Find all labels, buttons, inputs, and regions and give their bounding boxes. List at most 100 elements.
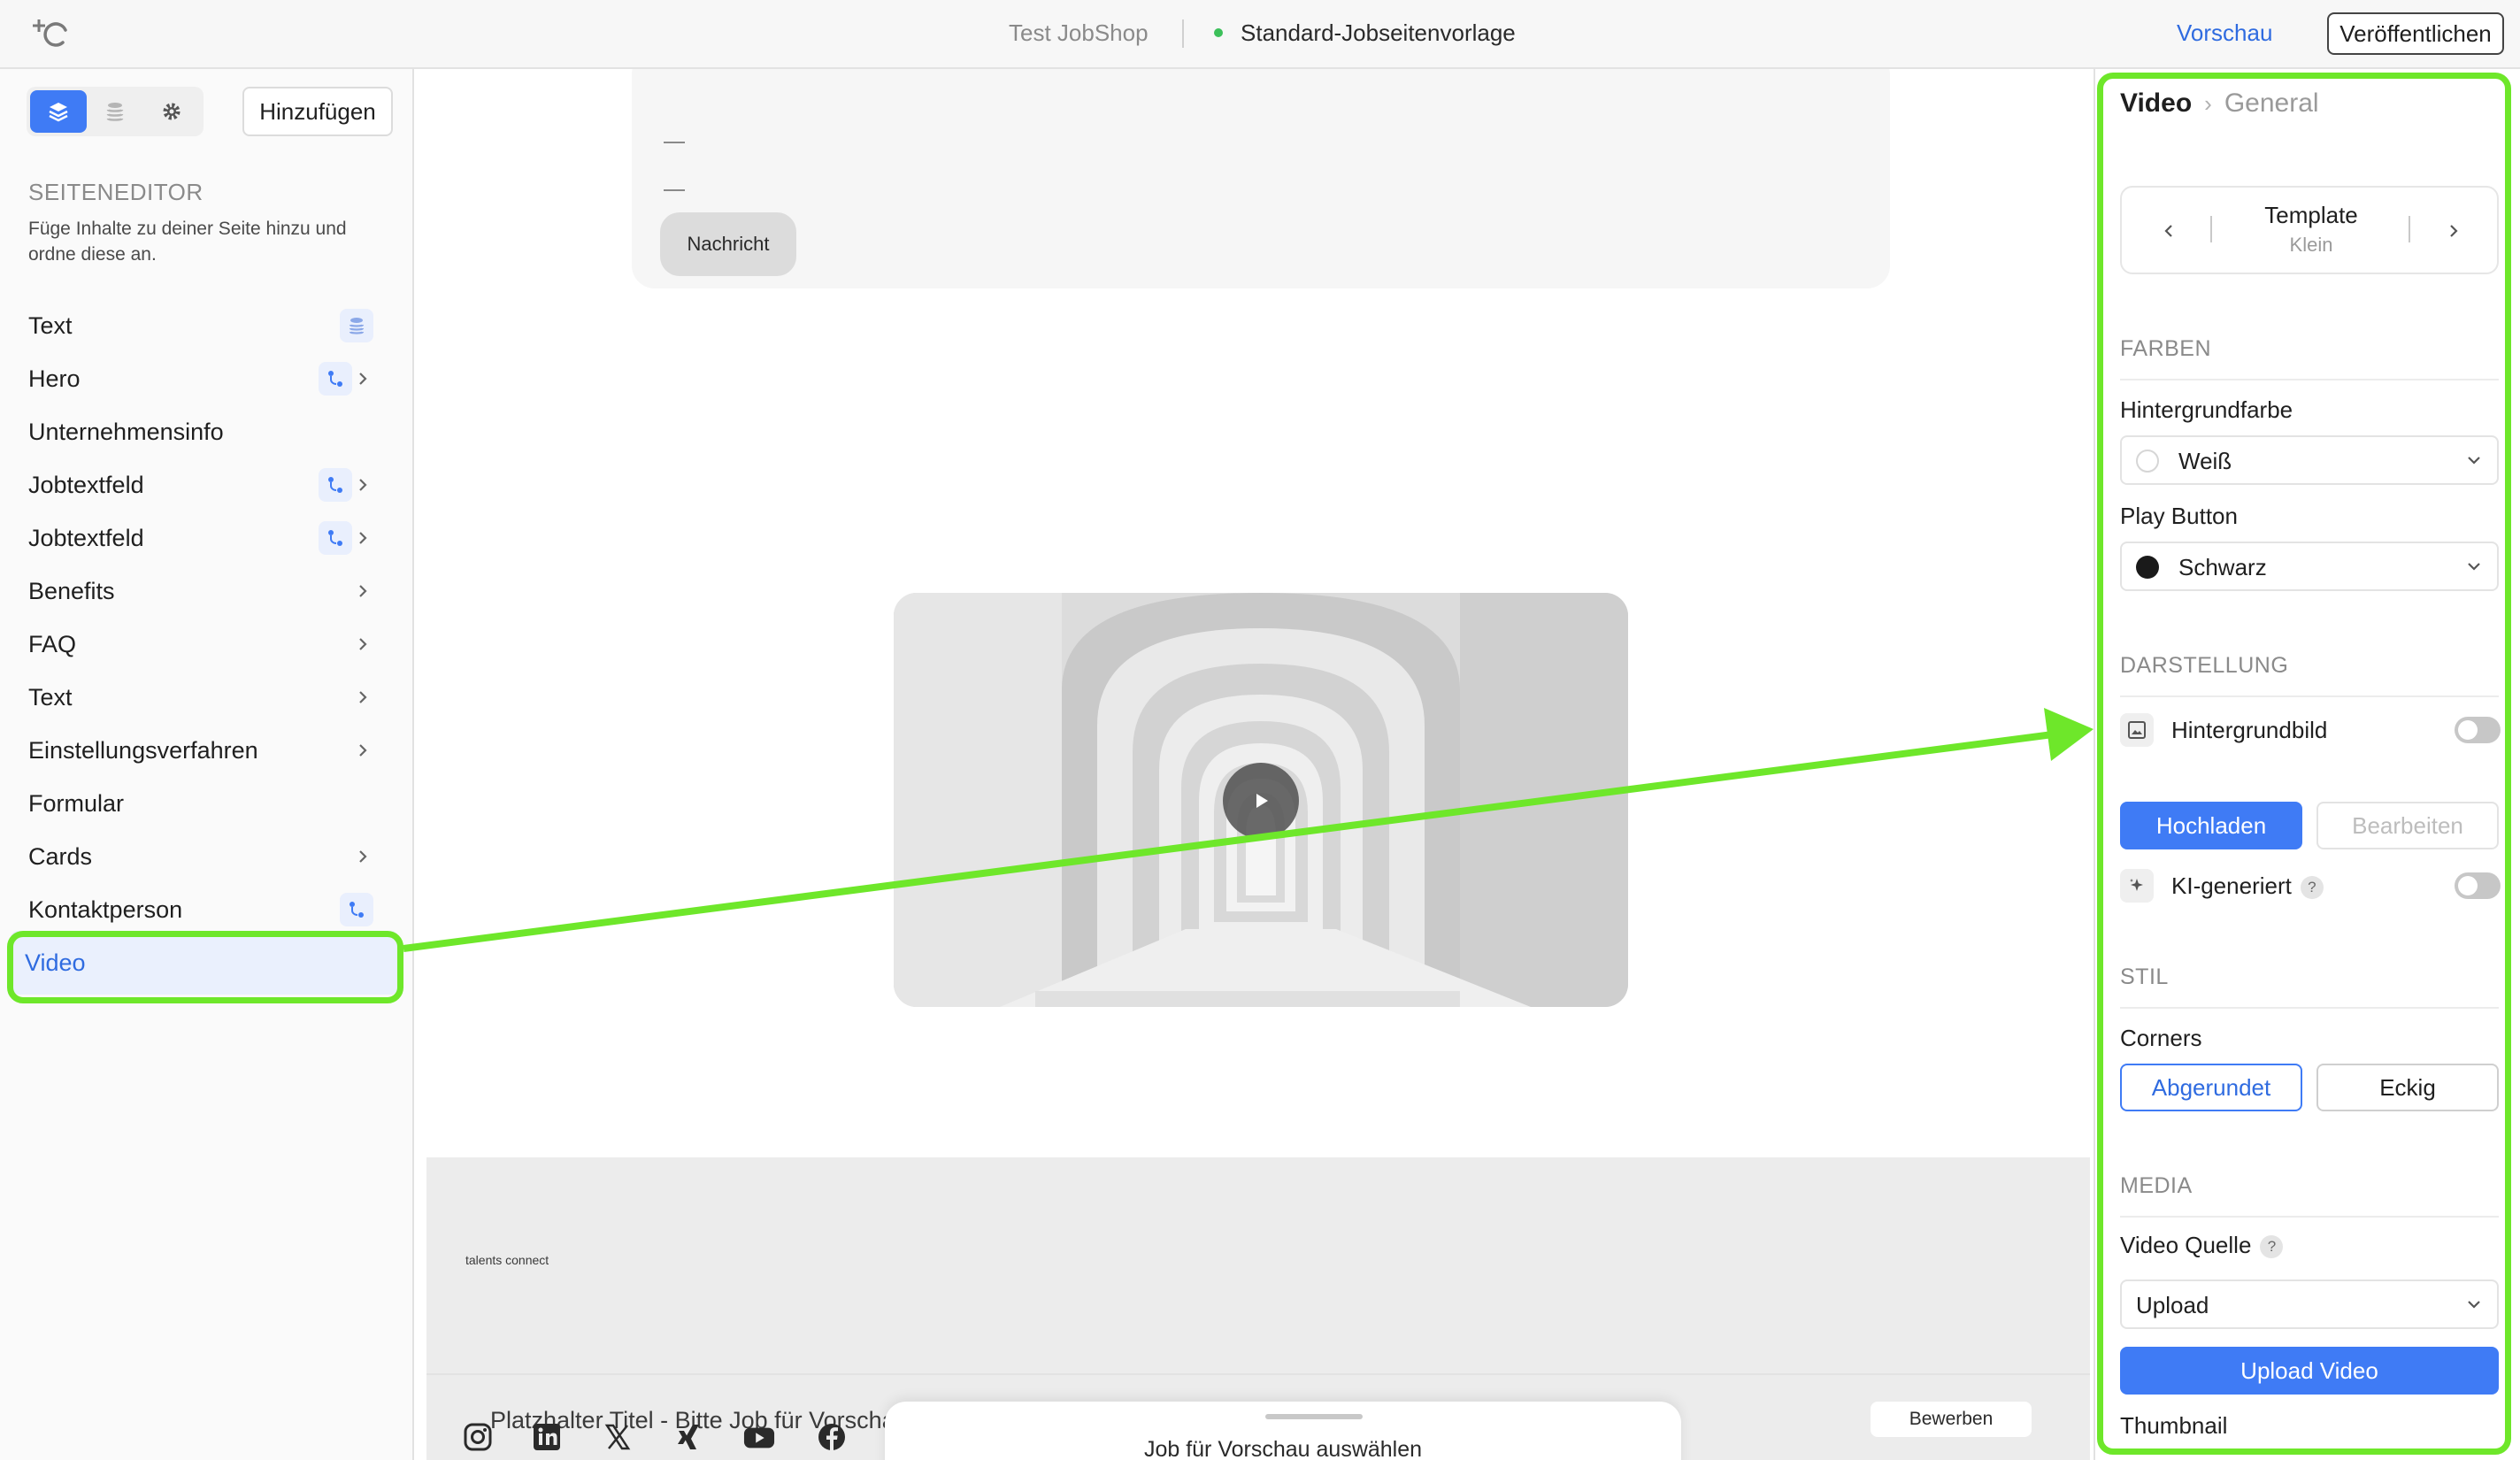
divider bbox=[2120, 1007, 2499, 1009]
divider bbox=[2409, 216, 2410, 242]
sidebar-item-video[interactable]: Video bbox=[11, 931, 398, 995]
sidebar: Hinzufügen SEITENEDITOR Füge Inhalte zu … bbox=[0, 69, 414, 1460]
sidebar-item-einstellungsverfahren[interactable]: Einstellungsverfahren bbox=[14, 726, 400, 775]
sidebar-item-label: Cards bbox=[28, 842, 93, 870]
placeholder-line bbox=[664, 142, 685, 143]
preview-link[interactable]: Vorschau bbox=[2177, 19, 2272, 47]
sidebar-item-label: Jobtextfeld bbox=[28, 524, 144, 551]
sidebar-item-kontaktperson[interactable]: Kontaktperson bbox=[14, 885, 400, 934]
xing-icon[interactable] bbox=[672, 1421, 704, 1453]
x-icon[interactable] bbox=[602, 1421, 634, 1453]
breadcrumb-section[interactable]: Video bbox=[2120, 88, 2192, 118]
layers-icon[interactable] bbox=[30, 90, 87, 133]
sidebar-item-label: Benefits bbox=[28, 577, 115, 604]
corners-square-button[interactable]: Eckig bbox=[2316, 1064, 2499, 1111]
background-color-label: Hintergrundfarbe bbox=[2120, 396, 2293, 423]
help-icon[interactable]: ? bbox=[2300, 876, 2324, 900]
message-button[interactable]: Nachricht bbox=[660, 212, 796, 276]
sidebar-item-hero[interactable]: Hero bbox=[14, 354, 400, 403]
instagram-icon[interactable] bbox=[462, 1421, 494, 1453]
background-image-label: Hintergrundbild bbox=[2171, 717, 2328, 743]
sheet-handle[interactable] bbox=[1265, 1414, 1363, 1419]
farben-heading: FARBEN bbox=[2120, 336, 2212, 361]
corners-label: Corners bbox=[2120, 1025, 2202, 1051]
gear-icon[interactable] bbox=[143, 90, 200, 133]
connect-icon bbox=[319, 521, 352, 555]
sidebar-item-label: Kontaktperson bbox=[28, 895, 183, 923]
play-button-color-label: Play Button bbox=[2120, 503, 2238, 529]
placeholder-line bbox=[664, 189, 685, 191]
chevron-down-icon bbox=[2465, 451, 2483, 469]
project-name[interactable]: Test JobShop bbox=[1009, 19, 1149, 47]
sidebar-item-label: Text bbox=[28, 311, 73, 339]
video-source-value: Upload bbox=[2136, 1292, 2209, 1318]
play-button-color-value: Schwarz bbox=[2178, 554, 2267, 580]
sidebar-item-jobtextfeld[interactable]: Jobtextfeld bbox=[14, 460, 400, 510]
thumbnail-label: Thumbnail bbox=[2120, 1412, 2228, 1439]
database-icon[interactable] bbox=[87, 90, 143, 133]
sidebar-item-label: Text bbox=[28, 683, 73, 711]
sidebar-item-cards[interactable]: Cards bbox=[14, 832, 400, 881]
ai-generated-toggle[interactable] bbox=[2455, 872, 2501, 899]
video-player[interactable] bbox=[894, 593, 1628, 1007]
chevron-right-icon bbox=[354, 529, 372, 547]
chevron-right-icon bbox=[354, 370, 372, 388]
video-source-select[interactable]: Upload bbox=[2120, 1279, 2499, 1329]
breadcrumb: Video › General bbox=[2120, 88, 2319, 119]
play-button[interactable] bbox=[1223, 763, 1299, 839]
divider bbox=[2120, 1216, 2499, 1218]
status-dot bbox=[1214, 28, 1223, 37]
chevron-down-icon bbox=[2465, 557, 2483, 575]
chevron-right-icon bbox=[354, 635, 372, 653]
sidebar-item-label: Unternehmensinfo bbox=[28, 418, 224, 445]
contact-card: Nachricht bbox=[632, 69, 1890, 288]
page-canvas: Nachricht talents connect Platzhalter Ti… bbox=[426, 69, 2090, 1460]
chevron-down-icon bbox=[2465, 1295, 2483, 1313]
connect-icon bbox=[319, 362, 352, 396]
connect-icon bbox=[319, 468, 352, 502]
sidebar-item-label: Hero bbox=[28, 365, 81, 392]
apply-button[interactable]: Bewerben bbox=[1871, 1402, 2032, 1437]
corners-rounded-button[interactable]: Abgerundet bbox=[2120, 1064, 2302, 1111]
chevron-right-icon[interactable] bbox=[2442, 219, 2465, 242]
media-heading: MEDIA bbox=[2120, 1173, 2193, 1198]
sidebar-tab-switcher bbox=[27, 87, 204, 136]
app-logo-icon[interactable] bbox=[27, 16, 71, 51]
footer-divider bbox=[426, 1373, 2090, 1375]
sidebar-item-benefits[interactable]: Benefits bbox=[14, 566, 400, 616]
footer-logo: talents connect bbox=[465, 1253, 549, 1267]
job-preview-label: Job für Vorschau auswählen bbox=[1143, 1437, 1423, 1460]
color-swatch bbox=[2136, 450, 2159, 473]
sidebar-item-label: Formular bbox=[28, 789, 125, 817]
linkedin-icon[interactable] bbox=[531, 1421, 563, 1453]
chevron-right-icon: › bbox=[2204, 90, 2212, 117]
divider bbox=[2120, 695, 2499, 697]
sidebar-item-label: Jobtextfeld bbox=[28, 471, 144, 498]
connect-icon bbox=[340, 893, 373, 926]
sidebar-item-label: Einstellungsverfahren bbox=[28, 736, 258, 764]
background-image-toggle[interactable] bbox=[2455, 717, 2501, 743]
sidebar-item-faq[interactable]: FAQ bbox=[14, 619, 400, 669]
sidebar-item-formular[interactable]: Formular bbox=[14, 779, 400, 828]
sidebar-item-unternehmensinfo[interactable]: Unternehmensinfo bbox=[14, 407, 400, 457]
play-icon bbox=[1256, 794, 1268, 808]
sidebar-item-text[interactable]: Text bbox=[14, 672, 400, 722]
background-color-value: Weiß bbox=[2178, 448, 2232, 474]
publish-button[interactable]: Veröffentlichen bbox=[2327, 12, 2504, 55]
background-color-select[interactable]: Weiß bbox=[2120, 435, 2499, 485]
sidebar-item-text[interactable]: Text bbox=[14, 301, 400, 350]
edit-button[interactable]: Bearbeiten bbox=[2316, 802, 2499, 849]
sidebar-item-jobtextfeld[interactable]: Jobtextfeld bbox=[14, 513, 400, 563]
upload-button[interactable]: Hochladen bbox=[2120, 802, 2302, 849]
help-icon[interactable]: ? bbox=[2260, 1235, 2284, 1259]
job-preview-sheet[interactable]: Job für Vorschau auswählen bbox=[885, 1402, 1681, 1460]
play-button-color-select[interactable]: Schwarz bbox=[2120, 542, 2499, 591]
sidebar-item-label: Video bbox=[25, 949, 86, 976]
youtube-icon[interactable] bbox=[743, 1421, 775, 1453]
add-button[interactable]: Hinzufügen bbox=[242, 87, 393, 136]
chevron-right-icon bbox=[354, 476, 372, 494]
template-name[interactable]: Standard-Jobseitenvorlage bbox=[1241, 19, 1516, 47]
upload-video-button[interactable]: Upload Video bbox=[2120, 1347, 2499, 1395]
facebook-icon[interactable] bbox=[816, 1421, 848, 1453]
video-source-label: Video Quelle? bbox=[2120, 1232, 2284, 1259]
